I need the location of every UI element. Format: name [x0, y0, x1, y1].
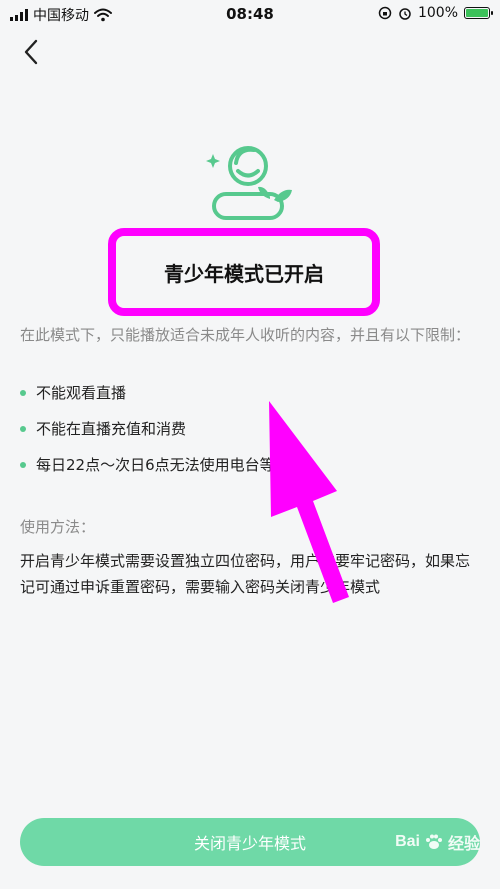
- status-right: 100%: [378, 5, 493, 21]
- youth-mode-icon: [206, 146, 292, 220]
- mode-title: 青少年模式已开启: [164, 261, 324, 286]
- alarm-icon: [399, 8, 411, 20]
- restriction-list: 不能观看直播 不能在直播充值和消费 每日22点～次日6点无法使用电台等功能: [20, 380, 480, 488]
- status-bar: 中国移动 08:48 100%: [0, 0, 500, 28]
- rotation-lock-icon: [378, 6, 392, 20]
- close-youth-mode-button[interactable]: 关闭青少年模式: [20, 818, 480, 866]
- usage-text: 开启青少年模式需要设置独立四位密码，用户需要牢记密码，如果忘记可通过申诉重置密码…: [20, 552, 471, 596]
- restriction-item: 不能在直播充值和消费: [20, 416, 480, 452]
- chevron-left-icon: [24, 39, 38, 65]
- battery-percent: 100%: [417, 5, 458, 21]
- restriction-item: 不能观看直播: [20, 380, 480, 416]
- usage-title: 使用方法：: [20, 518, 96, 536]
- back-button[interactable]: [18, 36, 46, 68]
- battery-fill: [466, 9, 488, 17]
- intro-text: 在此模式下，只能播放适合未成年人收听的内容，并且有以下限制：: [20, 326, 471, 344]
- restriction-item: 每日22点～次日6点无法使用电台等功能: [20, 452, 480, 488]
- mode-title-highlight: 青少年模式已开启: [108, 228, 380, 316]
- battery-icon: [464, 7, 493, 19]
